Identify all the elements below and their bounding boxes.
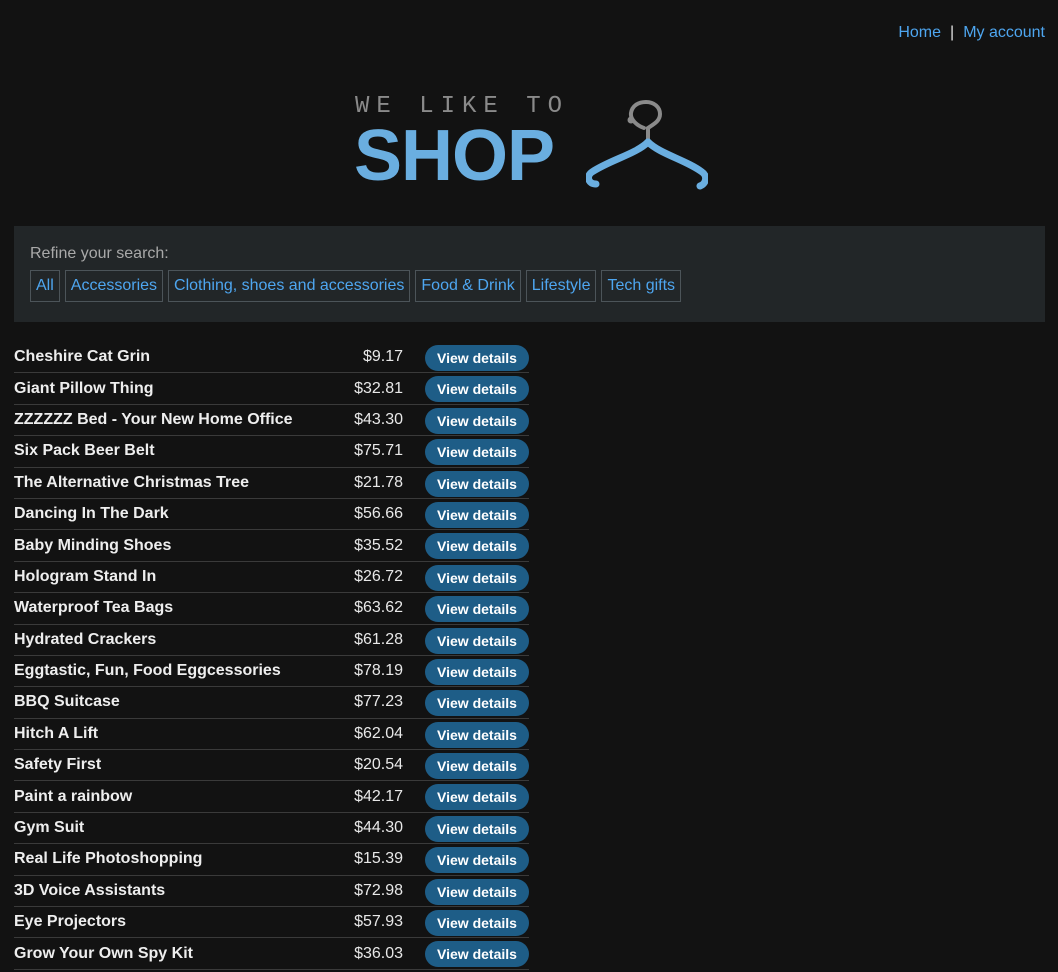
view-details-button[interactable]: View details: [425, 533, 529, 560]
product-name: Giant Pillow Thing: [14, 379, 154, 397]
view-details-button[interactable]: View details: [425, 690, 529, 717]
product-name: BBQ Suitcase: [14, 693, 120, 711]
product-price: $44.30: [354, 819, 403, 837]
view-details-button[interactable]: View details: [425, 721, 529, 748]
product-price: $15.39: [354, 850, 403, 868]
product-price: $26.72: [354, 567, 403, 585]
my-account-link[interactable]: My account: [963, 24, 1045, 42]
filter-clothing[interactable]: Clothing, shoes and accessories: [168, 270, 411, 302]
product-price: $75.71: [354, 442, 403, 460]
view-details-button[interactable]: View details: [425, 564, 529, 591]
product-row: Hydrated Crackers $61.28 View details: [14, 625, 529, 656]
product-price: $21.78: [354, 473, 403, 491]
product-price: $77.23: [354, 693, 403, 711]
product-name: Grow Your Own Spy Kit: [14, 944, 193, 962]
product-name: 3D Voice Assistants: [14, 881, 166, 899]
product-name: Baby Minding Shoes: [14, 536, 172, 554]
product-name: The Alternative Christmas Tree: [14, 473, 250, 491]
product-row: The Alternative Christmas Tree $21.78 View…: [14, 468, 529, 499]
product-row: Hitch A Lift $62.04 View details: [14, 719, 529, 751]
product-price: $57.93: [354, 913, 403, 931]
product-row: Gym Suit $44.30 View details: [14, 813, 529, 845]
product-row: ZZZZZZ Bed - Your New Home Office $43.30 V…: [14, 405, 529, 437]
view-details-button[interactable]: View details: [425, 470, 529, 497]
product-row: Dancing In The Dark $56.66 View details: [14, 499, 529, 531]
filter-tech-gifts[interactable]: Tech gifts: [601, 270, 682, 302]
view-details-button[interactable]: View details: [425, 910, 529, 937]
product-price: $20.54: [354, 756, 403, 774]
product-row: Baby Minding Shoes $35.52 View details: [14, 530, 529, 562]
product-row: Eye Projectors $57.93 View details: [14, 907, 529, 939]
hanger-icon: [586, 99, 708, 190]
category-filter-list: All Accessories Clothing, shoes and acce…: [30, 270, 1029, 302]
product-name: ZZZZZZ Bed - Your New Home Office: [14, 410, 293, 428]
product-price: $43.30: [354, 410, 403, 428]
view-details-button[interactable]: View details: [425, 407, 529, 434]
view-details-button[interactable]: View details: [425, 815, 529, 842]
product-price: $36.03: [354, 944, 403, 962]
product-price: $78.19: [354, 662, 403, 680]
product-name: Safety First: [14, 756, 102, 774]
view-details-button[interactable]: View details: [425, 501, 529, 528]
product-row: Six Pack Beer Belt $75.71 View details: [14, 436, 529, 468]
view-details-button[interactable]: View details: [425, 439, 529, 466]
logo-name: SHOP: [354, 116, 555, 196]
product-name: Cheshire Cat Grin: [14, 348, 151, 366]
product-row: Giant Pillow Thing $32.81 View details: [14, 373, 529, 405]
product-name: Eggtastic, Fun, Food Eggcessories: [14, 662, 281, 680]
product-row: Hologram Stand In $26.72 View details: [14, 562, 529, 594]
view-details-button[interactable]: View details: [425, 345, 529, 371]
top-nav: Home | My account: [898, 24, 1045, 42]
product-price: $42.17: [354, 787, 403, 805]
view-details-button[interactable]: View details: [425, 753, 529, 780]
product-list: Cheshire Cat Grin $9.17 View details Giant…: [14, 342, 529, 970]
product-price: $35.52: [354, 536, 403, 554]
product-row: Grow Your Own Spy Kit $36.03 View details: [14, 938, 529, 970]
product-name: Hologram Stand In: [14, 567, 157, 585]
view-details-button[interactable]: View details: [425, 941, 529, 968]
view-details-button[interactable]: View details: [425, 878, 529, 905]
product-row: Real Life Photoshopping $15.39 View detail…: [14, 844, 529, 876]
product-row: Paint a rainbow $42.17 View details: [14, 781, 529, 813]
view-details-button[interactable]: View details: [425, 596, 529, 623]
home-link[interactable]: Home: [898, 24, 941, 42]
product-price: $56.66: [354, 505, 403, 523]
product-row: BBQ Suitcase $77.23 View details: [14, 687, 529, 719]
product-price: $63.62: [354, 599, 403, 617]
product-name: Dancing In The Dark: [14, 505, 169, 523]
product-price: $72.98: [354, 881, 403, 899]
product-row: Waterproof Tea Bags $63.62 View details: [14, 593, 529, 625]
view-details-button[interactable]: View details: [425, 627, 529, 654]
product-row: 3D Voice Assistants $72.98 View details: [14, 876, 529, 908]
product-name: Real Life Photoshopping: [14, 850, 203, 868]
filter-label: Refine your search:: [30, 245, 169, 262]
filter-panel: Refine your search: All Accessories Clot…: [14, 226, 1045, 322]
product-name: Hydrated Crackers: [14, 630, 157, 648]
product-price: $61.28: [354, 630, 403, 648]
product-price: $62.04: [354, 724, 403, 742]
view-details-button[interactable]: View details: [425, 784, 529, 811]
view-details-button[interactable]: View details: [425, 376, 529, 403]
product-name: Gym Suit: [14, 819, 85, 837]
filter-accessories[interactable]: Accessories: [64, 270, 164, 302]
filter-food-drink[interactable]: Food & Drink: [415, 270, 521, 302]
filter-lifestyle[interactable]: Lifestyle: [525, 270, 597, 302]
product-price: $9.17: [362, 348, 403, 366]
product-name: Six Pack Beer Belt: [14, 442, 155, 460]
nav-separator: |: [950, 24, 955, 41]
product-price: $32.81: [354, 379, 403, 397]
product-name: Eye Projectors: [14, 913, 127, 931]
product-row: Safety First $20.54 View details: [14, 750, 529, 782]
product-name: Paint a rainbow: [14, 787, 133, 805]
product-row: Cheshire Cat Grin $9.17 View details: [14, 342, 529, 374]
filter-all[interactable]: All: [30, 270, 60, 302]
product-row: Eggtastic, Fun, Food Eggcessories $78.19 V…: [14, 656, 529, 688]
view-details-button[interactable]: View details: [425, 847, 529, 874]
site-logo[interactable]: WE LIKE TO SHOP: [354, 94, 714, 194]
view-details-button[interactable]: View details: [425, 658, 529, 685]
product-name: Waterproof Tea Bags: [14, 599, 174, 617]
product-name: Hitch A Lift: [14, 724, 99, 742]
